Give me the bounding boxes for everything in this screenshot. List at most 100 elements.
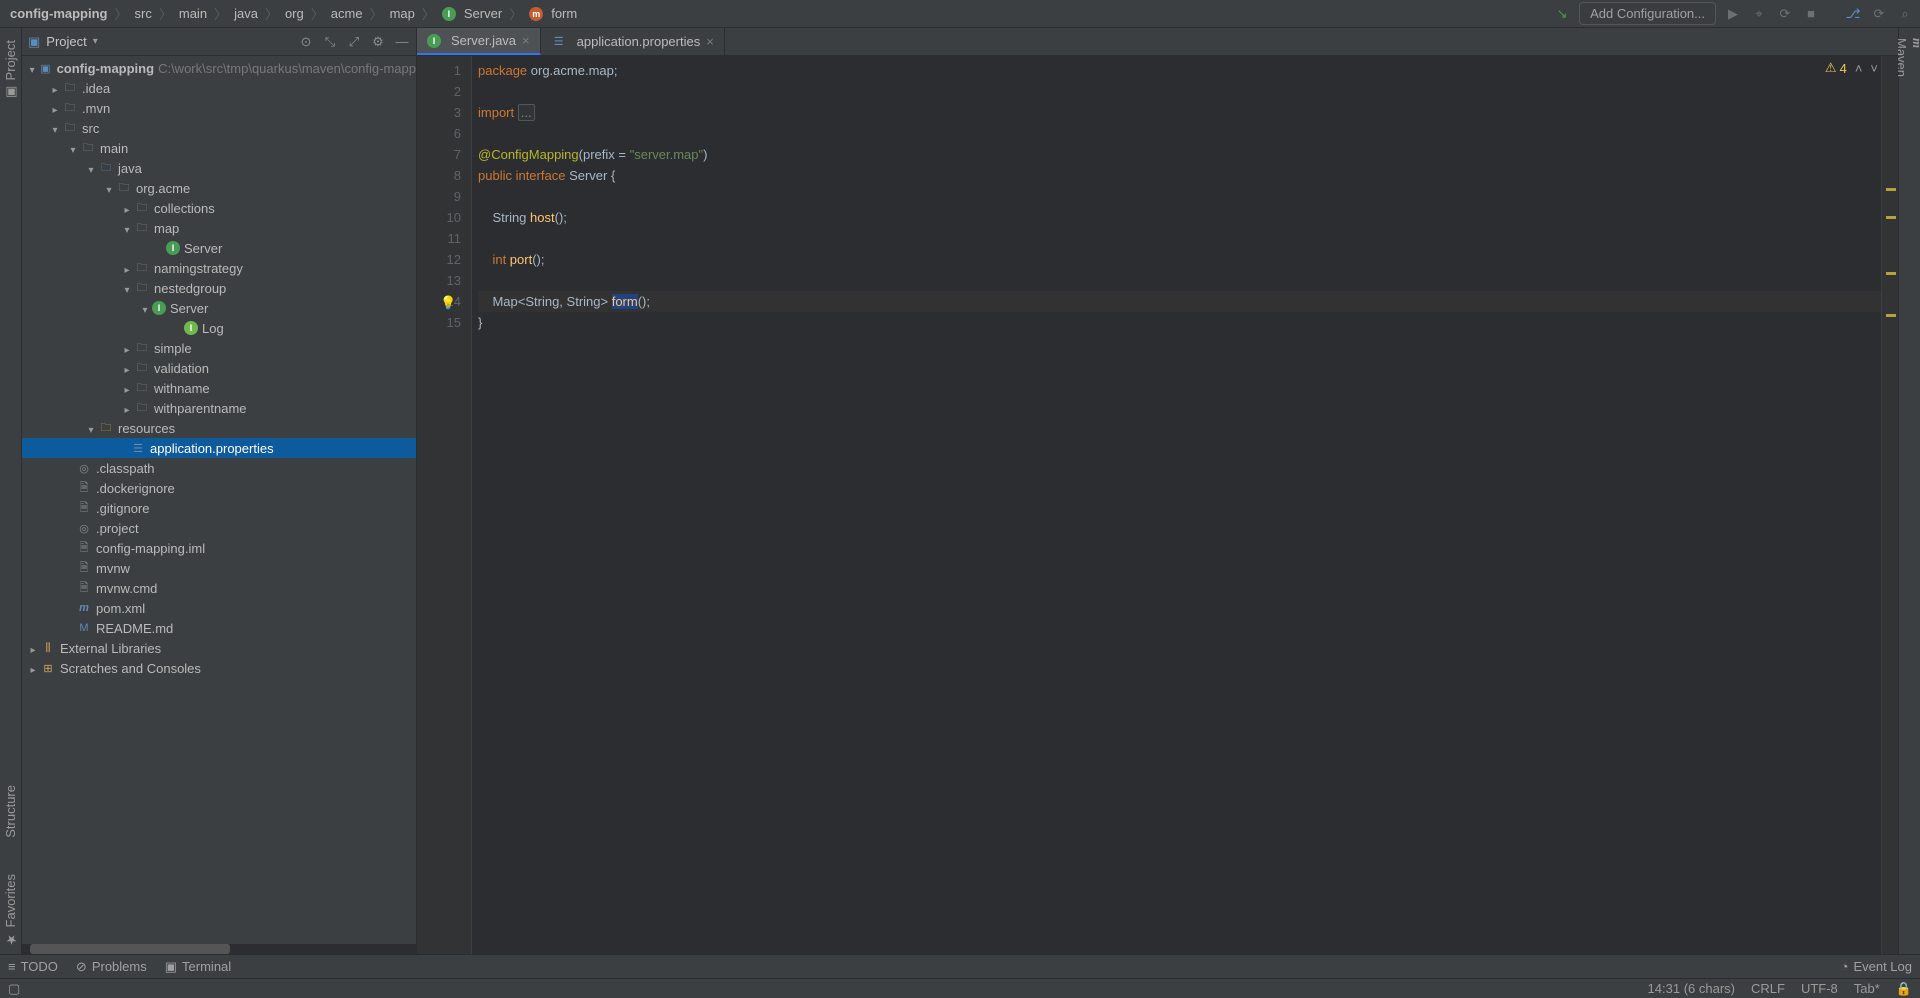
tree-package[interactable]: 🗀withname bbox=[22, 378, 416, 398]
run-icon[interactable]: ▶ bbox=[1724, 5, 1742, 23]
tree-folder[interactable]: 🗀.idea bbox=[22, 78, 416, 98]
tree-external-libs[interactable]: ⫼External Libraries bbox=[22, 638, 416, 658]
expand-toggle[interactable] bbox=[66, 141, 80, 156]
caret-position[interactable]: 14:31 (6 chars) bbox=[1648, 981, 1735, 996]
expand-toggle[interactable] bbox=[120, 381, 134, 396]
expand-toggle[interactable] bbox=[120, 261, 134, 276]
breadcrumb-item[interactable]: mform bbox=[525, 4, 581, 23]
warning-count[interactable]: ⚠4 bbox=[1825, 60, 1847, 76]
expand-toggle[interactable] bbox=[84, 421, 98, 436]
expand-toggle[interactable] bbox=[120, 361, 134, 376]
code-line[interactable]: import ... bbox=[478, 102, 1881, 123]
tree-package[interactable]: 🗀simple bbox=[22, 338, 416, 358]
code-line[interactable]: @ConfigMapping(prefix = "server.map") bbox=[478, 144, 1881, 165]
tree-file[interactable]: ◎.classpath bbox=[22, 458, 416, 478]
line-number[interactable]: 6 bbox=[417, 123, 461, 144]
close-icon[interactable]: × bbox=[522, 33, 530, 48]
tree-package[interactable]: 🗀org.acme bbox=[22, 178, 416, 198]
breadcrumb-item[interactable]: config-mapping bbox=[6, 4, 112, 23]
search-icon[interactable]: ⌕ bbox=[1896, 5, 1914, 23]
line-separator[interactable]: CRLF bbox=[1751, 981, 1785, 996]
tree-file[interactable]: ◎.project bbox=[22, 518, 416, 538]
line-number[interactable]: 8 bbox=[417, 165, 461, 186]
expand-toggle[interactable] bbox=[138, 301, 152, 316]
expand-toggle[interactable] bbox=[48, 81, 62, 96]
code-line[interactable] bbox=[478, 123, 1881, 144]
project-tool-button[interactable]: ▣Project bbox=[3, 32, 18, 107]
close-icon[interactable]: × bbox=[706, 34, 714, 49]
code-line[interactable] bbox=[478, 228, 1881, 249]
inspection-widget[interactable]: ⚠4 ˄ ˅ bbox=[1825, 60, 1878, 76]
expand-icon[interactable]: ⤡ bbox=[322, 34, 338, 50]
warning-marker[interactable] bbox=[1886, 314, 1896, 317]
breadcrumb-item[interactable]: src bbox=[131, 4, 156, 23]
line-number[interactable]: 11 bbox=[417, 228, 461, 249]
code-editor[interactable]: 1 2 3 6 7 8 9 10 11 12 13 14 15 package … bbox=[417, 56, 1898, 954]
tree-folder[interactable]: 🗀java bbox=[22, 158, 416, 178]
tree-folder[interactable]: 🗀.mvn bbox=[22, 98, 416, 118]
expand-toggle[interactable] bbox=[120, 281, 134, 296]
tree-root[interactable]: ▣config-mappingC:\work\src\tmp\quarkus\m… bbox=[22, 58, 416, 78]
tree-package[interactable]: 🗀validation bbox=[22, 358, 416, 378]
expand-toggle[interactable] bbox=[120, 341, 134, 356]
tool-window-toggle-icon[interactable]: ▢ bbox=[8, 981, 20, 997]
indent-config[interactable]: Tab* bbox=[1854, 981, 1880, 996]
tree-package[interactable]: 🗀map bbox=[22, 218, 416, 238]
code-line[interactable] bbox=[478, 270, 1881, 291]
editor-tab-server[interactable]: IServer.java× bbox=[417, 28, 541, 55]
scrollbar-thumb[interactable] bbox=[30, 944, 230, 954]
hide-icon[interactable]: — bbox=[394, 34, 410, 50]
expand-toggle[interactable] bbox=[48, 121, 62, 136]
warning-marker[interactable] bbox=[1886, 216, 1896, 219]
expand-toggle[interactable] bbox=[48, 101, 62, 116]
tree-file[interactable]: 🗎mvnw.cmd bbox=[22, 578, 416, 598]
tree-scratches[interactable]: ⊞Scratches and Consoles bbox=[22, 658, 416, 678]
expand-toggle[interactable] bbox=[26, 61, 38, 76]
code-line[interactable]: public interface Server { bbox=[478, 165, 1881, 186]
tree-file-selected[interactable]: ☰application.properties bbox=[22, 438, 416, 458]
project-view-selector[interactable]: ▣ Project ▾ bbox=[28, 34, 298, 50]
prev-highlight-icon[interactable]: ˄ bbox=[1855, 61, 1863, 76]
build-icon[interactable]: ↘ bbox=[1553, 5, 1571, 23]
code-content[interactable]: package org.acme.map; import ... @Config… bbox=[472, 56, 1881, 954]
expand-toggle[interactable] bbox=[120, 201, 134, 216]
line-number[interactable]: 7 bbox=[417, 144, 461, 165]
tree-folder[interactable]: 🗀src bbox=[22, 118, 416, 138]
line-number[interactable]: 10 bbox=[417, 207, 461, 228]
breadcrumb-item[interactable]: java bbox=[230, 4, 262, 23]
expand-toggle[interactable] bbox=[84, 161, 98, 176]
event-log-button[interactable]: ◔Event Log bbox=[1841, 959, 1912, 974]
git-icon[interactable]: ⎇ bbox=[1844, 5, 1862, 23]
stop-icon[interactable]: ■ bbox=[1802, 5, 1820, 23]
fold-region[interactable]: ... bbox=[518, 104, 535, 121]
expand-toggle[interactable] bbox=[102, 181, 116, 196]
project-tree[interactable]: ▣config-mappingC:\work\src\tmp\quarkus\m… bbox=[22, 56, 416, 954]
tree-package[interactable]: 🗀nestedgroup bbox=[22, 278, 416, 298]
line-number[interactable]: 2 bbox=[417, 81, 461, 102]
line-number[interactable]: 13 bbox=[417, 270, 461, 291]
structure-tool-button[interactable]: Structure bbox=[3, 777, 18, 846]
breadcrumb-item[interactable]: main bbox=[175, 4, 211, 23]
code-line[interactable]: int port(); bbox=[478, 249, 1881, 270]
problems-tool-button[interactable]: ⊘Problems bbox=[76, 959, 147, 975]
todo-tool-button[interactable]: ≡TODO bbox=[8, 959, 58, 974]
breadcrumb-item[interactable]: IServer bbox=[438, 4, 506, 23]
lock-icon[interactable]: 🔒 bbox=[1896, 981, 1912, 997]
terminal-tool-button[interactable]: ▣Terminal bbox=[165, 959, 231, 975]
expand-toggle[interactable] bbox=[26, 661, 40, 676]
locate-icon[interactable]: ⊙ bbox=[298, 34, 314, 50]
breadcrumb-item[interactable]: map bbox=[386, 4, 419, 23]
warning-marker[interactable] bbox=[1886, 188, 1896, 191]
breadcrumb-item[interactable]: acme bbox=[327, 4, 367, 23]
code-line[interactable] bbox=[478, 186, 1881, 207]
tree-file[interactable]: 🗎.dockerignore bbox=[22, 478, 416, 498]
line-number[interactable]: 9 bbox=[417, 186, 461, 207]
expand-toggle[interactable] bbox=[120, 401, 134, 416]
favorites-tool-button[interactable]: ★Favorites bbox=[3, 866, 18, 954]
editor-tab-properties[interactable]: ☰application.properties× bbox=[541, 28, 725, 55]
breadcrumb-item[interactable]: org bbox=[281, 4, 308, 23]
error-stripe[interactable] bbox=[1882, 56, 1898, 954]
code-line[interactable]: String host(); bbox=[478, 207, 1881, 228]
code-line[interactable]: package org.acme.map; bbox=[478, 60, 1881, 81]
tree-file[interactable]: 🗎mvnw bbox=[22, 558, 416, 578]
